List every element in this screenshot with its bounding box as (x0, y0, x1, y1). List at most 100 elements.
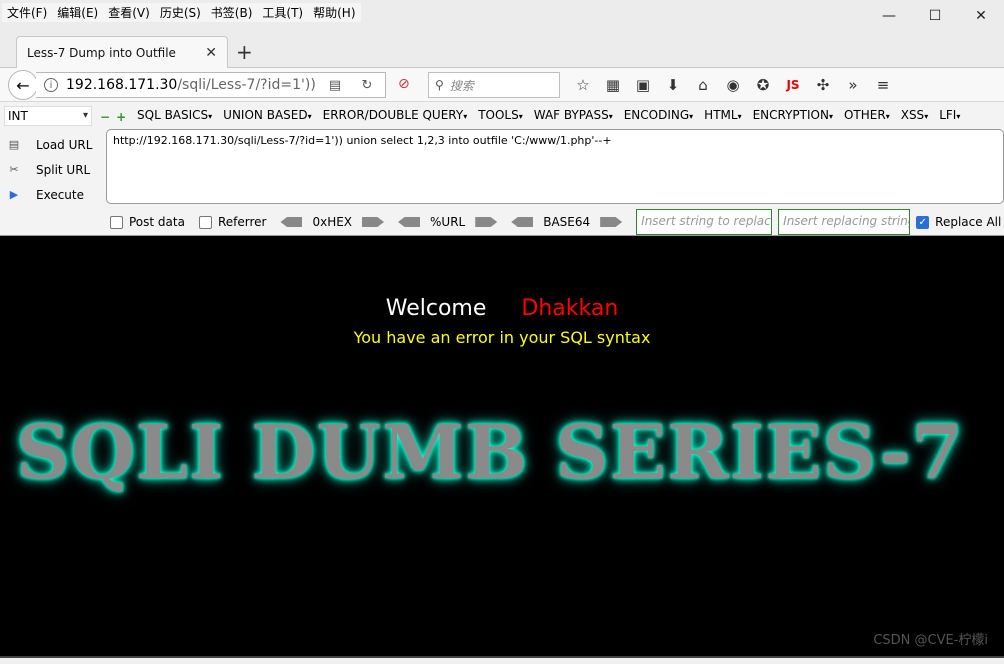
encode-arrow-icon[interactable] (600, 217, 623, 227)
reading-list-icon[interactable]: ▦ (600, 74, 626, 96)
menu-encoding[interactable]: ENCODING (624, 108, 693, 122)
post-data-checkbox[interactable]: Post data (110, 215, 185, 229)
minus-icon[interactable]: − (100, 110, 110, 124)
insert-string-input[interactable]: Insert string to replace (636, 209, 773, 235)
encode-arrow-icon[interactable] (475, 217, 498, 227)
palette-icon[interactable]: ✪ (750, 74, 776, 96)
menu-tools[interactable]: TOOLS (478, 108, 523, 122)
tab-title: Less-7 Dump into Outfile (27, 45, 176, 60)
replace-all-label: Replace All (935, 215, 1002, 229)
menu-bar: 文件(F) 编辑(E) 查看(V) 历史(S) 书签(B) 工具(T) 帮助(H… (0, 0, 1004, 34)
base64-label: BASE64 (543, 215, 591, 229)
menu-union-based[interactable]: UNION BASED (223, 108, 311, 122)
welcome-line: Welcome Dhakkan (0, 296, 1004, 321)
error-message: You have an error in your SQL syntax (353, 328, 651, 347)
bug-icon[interactable]: ✣ (810, 74, 836, 96)
execute-button[interactable]: ▶ Execute (6, 182, 92, 207)
referrer-checkbox[interactable]: Referrer (198, 215, 267, 229)
menu-waf-bypass[interactable]: WAF BYPASS (534, 108, 613, 122)
page-content: Welcome Dhakkan You have an error in you… (0, 236, 1004, 656)
menu-bookmarks[interactable]: 书签(B) (206, 3, 258, 22)
hackbar-menu: SQL BASICS UNION BASED ERROR/DOUBLE QUER… (137, 108, 971, 122)
user-name: Dhakkan (521, 296, 619, 321)
pocket-icon[interactable]: ▣ (630, 74, 656, 96)
info-icon[interactable]: i (44, 78, 58, 92)
menu-help[interactable]: 帮助(H) (308, 3, 360, 22)
bookmark-star-icon[interactable]: ☆ (570, 74, 596, 96)
download-icon[interactable]: ⬇ (660, 74, 686, 96)
hex-encoder: 0xHEX (280, 215, 385, 229)
plus-icon[interactable]: + (116, 110, 126, 124)
maximize-button[interactable]: ☐ (912, 0, 958, 32)
hamburger-menu-icon[interactable]: ≡ (870, 74, 896, 96)
menu-history[interactable]: 历史(S) (155, 3, 206, 22)
globe-icon[interactable]: ◉ (720, 74, 746, 96)
back-button[interactable]: ← (8, 70, 38, 100)
search-placeholder: 搜索 (449, 78, 474, 93)
tab-active[interactable]: Less-7 Dump into Outfile ✕ (16, 36, 228, 68)
base64-encoder: BASE64 (511, 215, 623, 229)
search-icon: ⚲ (435, 78, 444, 92)
welcome-text: Welcome (385, 296, 487, 321)
menu-other[interactable]: OTHER (844, 108, 890, 122)
replace-all-checkbox[interactable]: ✓ Replace All (916, 215, 1001, 229)
menu-xss[interactable]: XSS (901, 108, 928, 122)
referrer-label: Referrer (217, 215, 267, 229)
menu-edit[interactable]: 编辑(E) (52, 3, 103, 22)
hackbar-options: Post data Referrer 0xHEX %URL BASE64 Ins… (110, 209, 1004, 235)
hex-label: 0xHEX (312, 215, 353, 229)
menu-view[interactable]: 查看(V) (103, 3, 155, 22)
load-url-icon: ▤ (8, 138, 20, 151)
close-window-button[interactable]: ✕ (958, 0, 1004, 32)
scissors-icon: ✂ (9, 163, 19, 176)
url-enc-label: %URL (430, 215, 466, 229)
load-url-label: Load URL (36, 137, 93, 152)
menu-lfi[interactable]: LFI (939, 108, 960, 122)
nav-bar: ← i 192.168.171.30 /sqli/Less-7/?id=1'))… (0, 68, 1004, 102)
post-data-label: Post data (129, 215, 185, 229)
menu-encryption[interactable]: ENCRYPTION (753, 108, 833, 122)
block-icon[interactable]: ⊘ (398, 76, 410, 92)
url-textarea[interactable]: http://192.168.171.30/sqli/Less-7/?id=1'… (106, 129, 1004, 204)
home-icon[interactable]: ⌂ (690, 74, 716, 96)
menu-file[interactable]: 文件(F) (2, 3, 52, 22)
type-select-value: INT (8, 109, 28, 123)
new-tab-button[interactable]: + (236, 40, 253, 64)
replacing-string-input[interactable]: Insert replacing string (778, 209, 911, 235)
split-url-label: Split URL (36, 162, 91, 177)
menu-html[interactable]: HTML (704, 108, 741, 122)
window-controls: — ☐ ✕ (866, 0, 1004, 32)
toolbar-icons: ☆ ▦ ▣ ⬇ ⌂ ◉ ✪ JS ✣ » ≡ (570, 74, 900, 96)
minimize-button[interactable]: — (866, 0, 912, 32)
url-bar[interactable]: i 192.168.171.30 /sqli/Less-7/?id=1')) ▤… (36, 72, 386, 98)
menu-error-double-query[interactable]: ERROR/DOUBLE QUERY (323, 108, 468, 122)
search-input[interactable]: ⚲ 搜索 (428, 72, 560, 98)
reload-icon[interactable]: ↻ (358, 76, 376, 94)
checkbox-icon (110, 215, 123, 229)
decode-arrow-icon[interactable] (398, 217, 421, 227)
decode-arrow-icon[interactable] (280, 217, 303, 227)
execute-label: Execute (36, 187, 84, 202)
play-icon: ▶ (9, 188, 19, 201)
menu-tools[interactable]: 工具(T) (257, 3, 308, 22)
split-url-button[interactable]: ✂ Split URL (6, 157, 92, 182)
url-encoder: %URL (398, 215, 498, 229)
hackbar-actions: ▤ Load URL ✂ Split URL ▶ Execute (6, 132, 93, 207)
js-icon[interactable]: JS (780, 74, 806, 96)
type-select[interactable]: INT ▾ (4, 106, 92, 126)
checkbox-checked-icon: ✓ (916, 215, 930, 229)
menu-sql-basics[interactable]: SQL BASICS (137, 108, 212, 122)
tab-strip: Less-7 Dump into Outfile ✕ (0, 34, 1004, 68)
page-actions-icon[interactable]: ▤ (326, 76, 344, 94)
hackbar: INT ▾ − + SQL BASICS UNION BASED ERROR/D… (0, 102, 1004, 236)
plus-minus-controls: − + (100, 110, 126, 124)
decode-arrow-icon[interactable] (511, 217, 534, 227)
overflow-icon[interactable]: » (840, 74, 866, 96)
watermark: CSDN @CVE-柠檬i (873, 633, 988, 648)
encode-arrow-icon[interactable] (362, 217, 385, 227)
tab-close-icon[interactable]: ✕ (205, 45, 217, 61)
url-path: /sqli/Less-7/?id=1')) (177, 77, 316, 93)
back-arrow-icon: ← (16, 75, 30, 95)
checkbox-icon (198, 215, 212, 229)
load-url-button[interactable]: ▤ Load URL (6, 132, 93, 157)
